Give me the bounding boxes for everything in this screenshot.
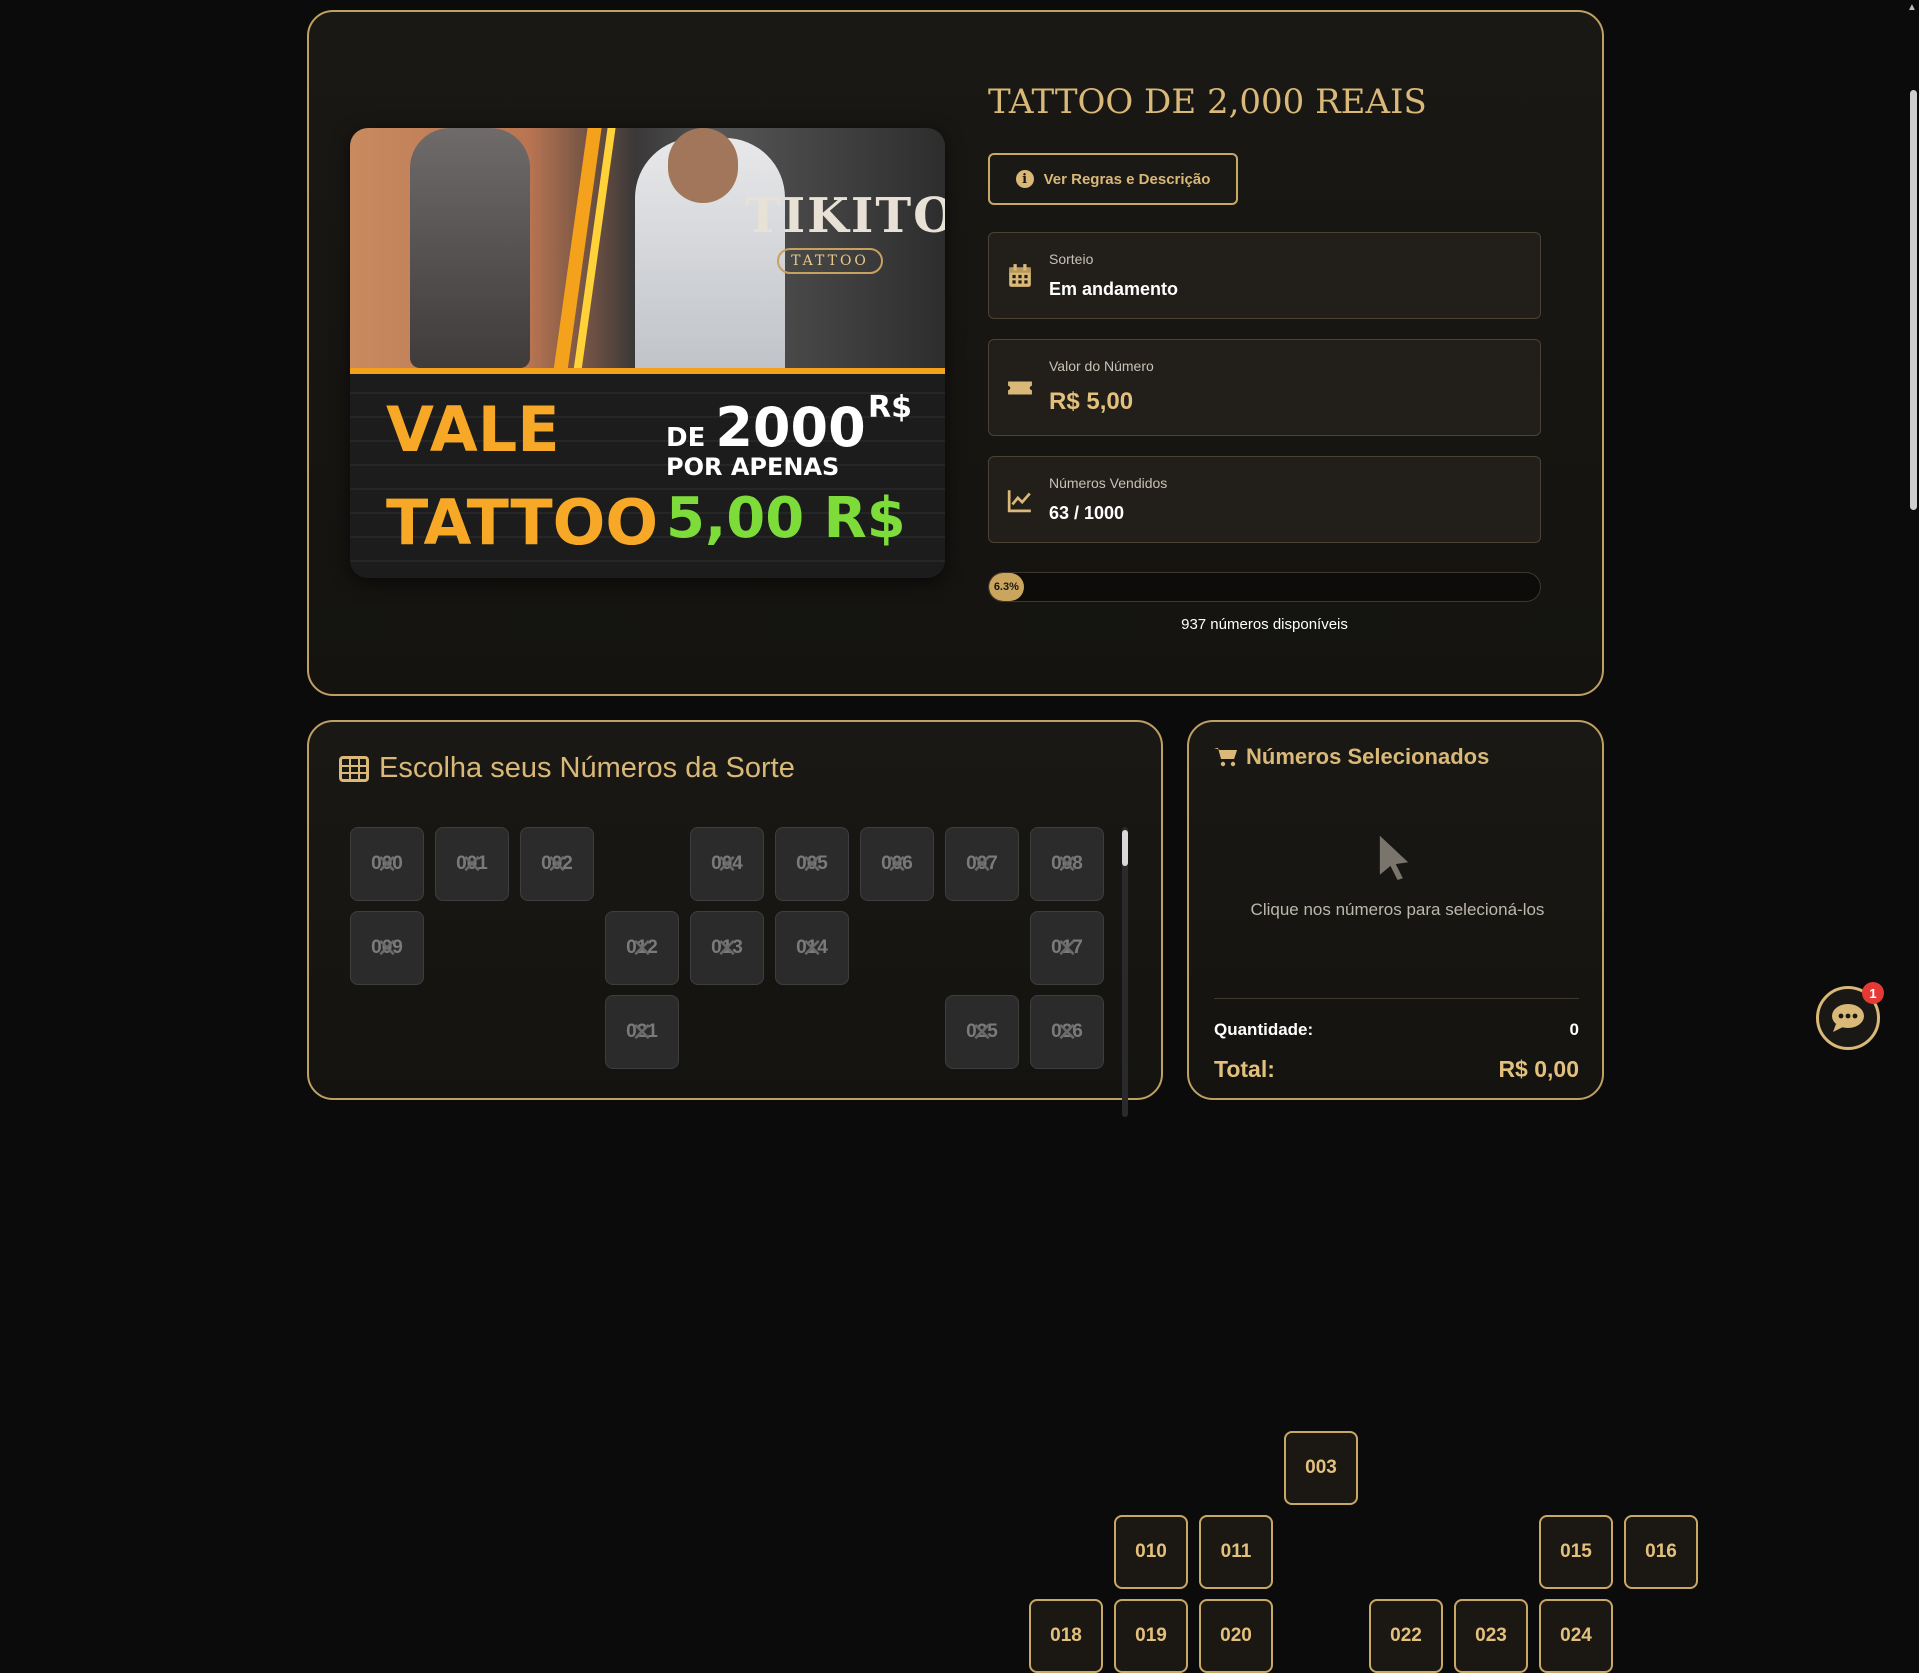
pointer-icon — [1379, 835, 1409, 880]
quantity-row: Quantidade: 0 — [1214, 1020, 1579, 1040]
chat-notification-badge: 1 — [1862, 982, 1884, 1004]
number-tile[interactable]: 024 — [1539, 1599, 1613, 1673]
banner-price: 5,00 R$ — [666, 486, 906, 551]
selected-hint: Clique nos números para selecioná-los — [1250, 900, 1545, 919]
price-value: R$ 5,00 — [1049, 388, 1134, 415]
selected-numbers-panel: Números Selecionados Clique nos números … — [1187, 720, 1604, 1100]
picker-title: Escolha seus Números da Sorte — [379, 752, 795, 784]
status-label: Sorteio — [1049, 251, 1094, 267]
status-card: Sorteio Em andamento — [988, 232, 1541, 319]
number-picker-panel: Escolha seus Números da Sorte 0000010020… — [307, 720, 1698, 1673]
number-tile-sold: 009 — [350, 911, 424, 985]
rules-button[interactable]: i Ver Regras e Descrição — [988, 153, 1238, 205]
banner-currency: R$ — [868, 390, 912, 425]
number-tile-sold: 021 — [605, 995, 679, 1069]
available-count: 937 números disponíveis — [1181, 616, 1348, 633]
number-tile[interactable]: 011 — [1199, 1515, 1273, 1589]
number-tile[interactable]: 016 — [1624, 1515, 1698, 1589]
banner-de-text: DE 2000 — [666, 396, 866, 459]
rules-button-label: Ver Regras e Descrição — [1043, 170, 1211, 188]
number-tile[interactable]: 022 — [1369, 1599, 1443, 1673]
selected-title: Números Selecionados — [1246, 744, 1490, 769]
number-grid: 0000010020030040050060070080090100110120… — [350, 827, 1698, 1673]
price-label: Valor do Número — [1049, 358, 1154, 374]
banner-tattoo-text: TATTOO — [386, 486, 659, 559]
banner-por-apenas: POR APENAS — [666, 453, 840, 481]
number-tile-sold: 008 — [1030, 827, 1104, 901]
banner-tattoo-art — [410, 128, 530, 368]
page-scroll-up-arrow[interactable]: ▲ — [1907, 2, 1919, 13]
number-tile-sold: 000 — [350, 827, 424, 901]
number-tile[interactable]: 019 — [1114, 1599, 1188, 1673]
selected-heading: Números Selecionados — [1214, 744, 1489, 770]
sales-progress-bar: 6.3% — [988, 572, 1541, 602]
number-tile-sold: 025 — [945, 995, 1019, 1069]
grid-icon — [339, 755, 369, 782]
number-tile[interactable]: 010 — [1114, 1515, 1188, 1589]
number-tile-sold: 026 — [1030, 995, 1104, 1069]
ticket-icon — [1008, 381, 1032, 394]
sold-card: Números Vendidos 63 / 1000 — [988, 456, 1541, 543]
number-tile-sold: 017 — [1030, 911, 1104, 985]
quantity-label: Quantidade: — [1214, 1020, 1314, 1039]
banner-vale-text: VALE — [386, 393, 560, 466]
banner-logo-text: TIKITO — [745, 188, 945, 244]
banner-logo-sub: TATTOO — [777, 248, 883, 274]
quantity-value: 0 — [1569, 1020, 1579, 1039]
number-tile[interactable]: 015 — [1539, 1515, 1613, 1589]
page-scrollbar[interactable] — [1910, 90, 1917, 510]
chart-line-icon — [1007, 489, 1031, 512]
banner-de-word: DE — [666, 423, 706, 453]
calendar-icon — [1009, 263, 1031, 287]
number-tile-sold: 013 — [690, 911, 764, 985]
number-tile-sold: 002 — [520, 827, 594, 901]
number-tile-sold: 005 — [775, 827, 849, 901]
raffle-hero-panel: TIKITO TATTOO VALE TATTOO DE 2000 R$ POR … — [307, 10, 1604, 696]
banner-artist-head — [668, 128, 738, 203]
number-tile[interactable]: 018 — [1029, 1599, 1103, 1673]
sold-value: 63 / 1000 — [1049, 503, 1125, 523]
picker-heading: Escolha seus Números da Sorte — [339, 752, 795, 785]
number-tile-sold: 012 — [605, 911, 679, 985]
chat-bubble-icon — [1832, 1004, 1864, 1032]
number-tile-sold: 004 — [690, 827, 764, 901]
number-tile[interactable]: 003 — [1284, 1431, 1358, 1505]
cart-icon — [1214, 748, 1237, 767]
number-tile[interactable]: 020 — [1199, 1599, 1273, 1673]
raffle-title: TATTOO DE 2,000 REAIS — [988, 82, 1427, 122]
sold-label: Números Vendidos — [1049, 475, 1168, 491]
number-tile-sold: 001 — [435, 827, 509, 901]
number-tile[interactable]: 023 — [1454, 1599, 1528, 1673]
divider — [1214, 998, 1579, 999]
number-grid-scrollbar[interactable] — [1122, 830, 1128, 866]
price-card: Valor do Número R$ 5,00 — [988, 339, 1541, 436]
number-grid-scrolltrack[interactable] — [1122, 827, 1128, 1117]
status-value: Em andamento — [1049, 279, 1179, 299]
raffle-banner-image: TIKITO TATTOO VALE TATTOO DE 2000 R$ POR … — [350, 128, 945, 578]
sales-progress-fill: 6.3% — [989, 573, 1024, 601]
info-icon: i — [1015, 170, 1034, 188]
number-tile-sold: 007 — [945, 827, 1019, 901]
number-tile-sold: 006 — [860, 827, 934, 901]
banner-logo: TIKITO TATTOO — [745, 188, 945, 318]
number-tile-sold: 014 — [775, 911, 849, 985]
banner-de-amount: 2000 — [715, 396, 866, 459]
